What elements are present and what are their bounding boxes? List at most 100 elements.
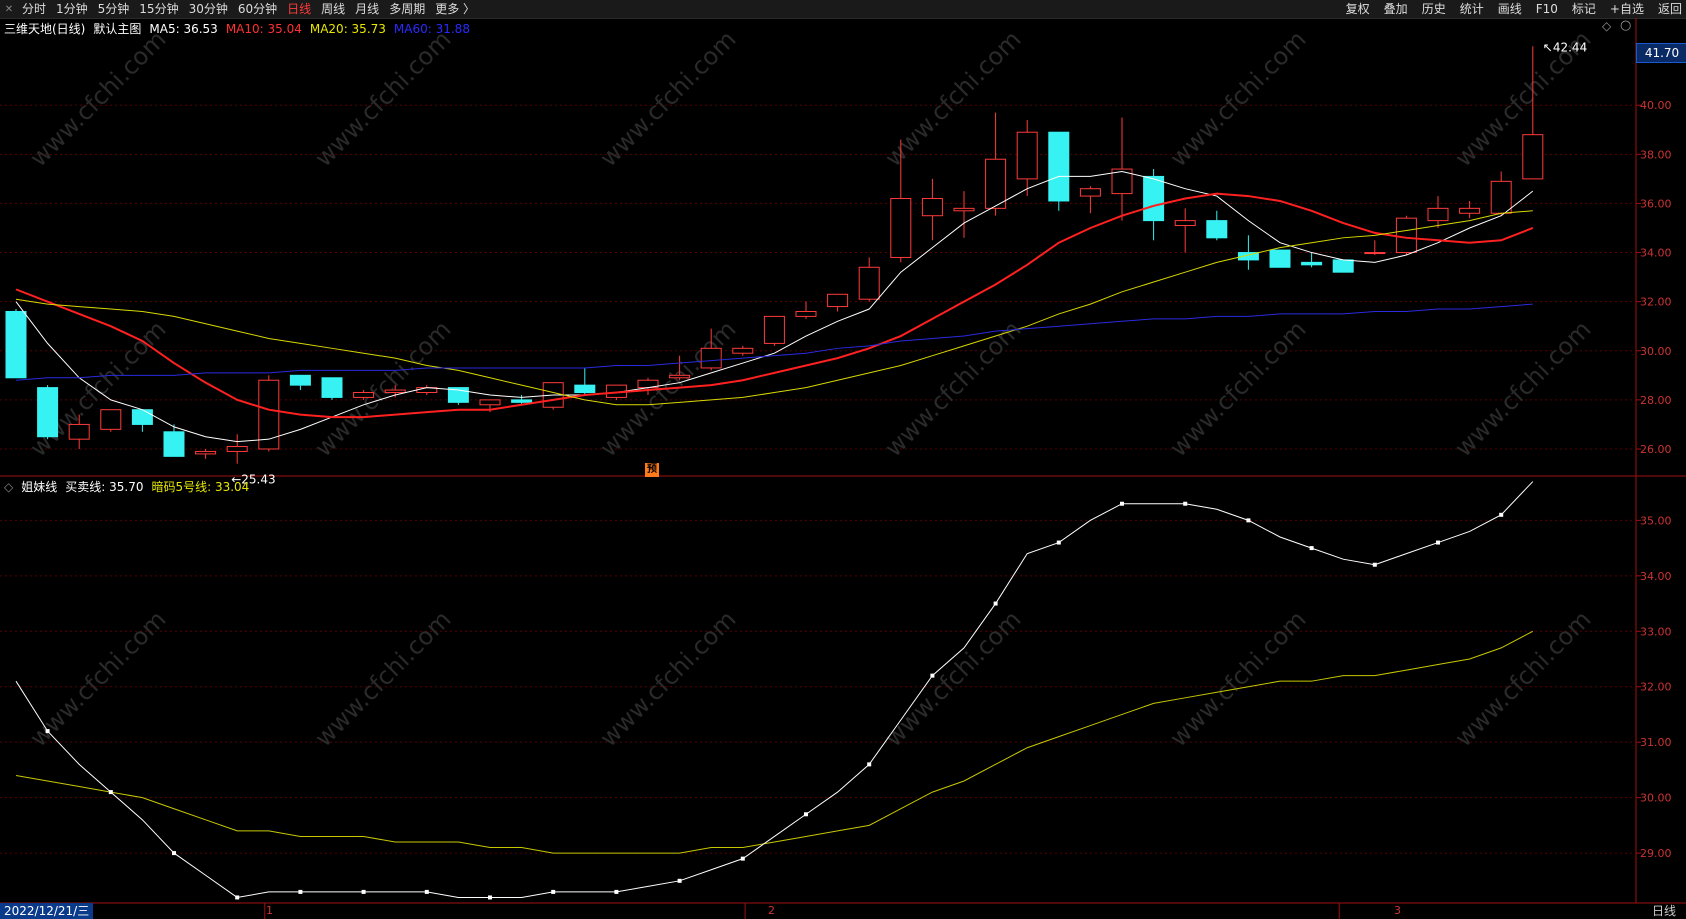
tool-button-2[interactable]: 历史 <box>1418 0 1450 18</box>
candle-body <box>1364 252 1386 255</box>
period-tab-9[interactable]: 多周期 <box>385 0 429 18</box>
candle-body <box>700 347 722 369</box>
watermark-text: www.cfchi.com <box>594 605 741 752</box>
tool-button-7[interactable]: +自选 <box>1606 0 1648 18</box>
watermark-text: www.cfchi.com <box>309 25 456 172</box>
menu-icon[interactable]: ✕ <box>0 0 18 18</box>
tool-button-3[interactable]: 统计 <box>1456 0 1488 18</box>
period-tab-3[interactable]: 15分钟 <box>135 0 182 18</box>
candle-body <box>1174 220 1196 227</box>
date-cursor-label: 2022/12/21/三 <box>0 903 94 919</box>
period-tab-10[interactable]: 更多 〉 <box>431 0 479 18</box>
stock-name[interactable]: 三维天地(日线) <box>4 20 85 37</box>
ma-line-ma10 <box>15 192 1534 419</box>
line-maimai-marker <box>1499 512 1504 517</box>
line-maimai-marker <box>614 889 619 894</box>
line-maimai-marker <box>1056 540 1061 545</box>
main-y-tick-label: 32.00 <box>1640 296 1672 309</box>
ma-line-ma20 <box>15 210 1533 406</box>
watermark-text: www.cfchi.com <box>1164 25 1311 172</box>
line-maimai-marker <box>108 790 113 795</box>
period-tab-2[interactable]: 5分钟 <box>94 0 134 18</box>
tool-button-6[interactable]: 标记 <box>1568 0 1600 18</box>
sub-y-tick-label: 34.00 <box>1640 570 1672 583</box>
tool-buttons: 复权 叠加 历史 统计 画线 F10 标记 +自选 返回 <box>1336 0 1686 18</box>
candle-body <box>1048 131 1070 202</box>
sub-y-tick-label: 30.00 <box>1640 792 1672 805</box>
period-tab-4[interactable]: 30分钟 <box>185 0 232 18</box>
line-maimai-marker <box>1436 540 1440 545</box>
current-price-flag: 41.70 <box>1636 43 1686 63</box>
candle-body <box>37 387 59 438</box>
candle-body <box>574 384 596 394</box>
candle-body <box>1206 220 1228 239</box>
line-maimai-marker <box>298 889 303 894</box>
line1-value: 买卖线: 35.70 <box>65 480 144 494</box>
ma20-value: MA20: 35.73 <box>309 21 386 36</box>
line-maimai-marker <box>1309 546 1314 551</box>
period-tab-5[interactable]: 60分钟 <box>234 0 281 18</box>
line-maimai <box>15 481 1534 898</box>
watermark-text: www.cfchi.com <box>594 25 741 172</box>
sub-y-tick-label: 32.00 <box>1640 681 1672 694</box>
sub-y-tick-label: 35.00 <box>1640 514 1672 527</box>
tool-button-1[interactable]: 叠加 <box>1380 0 1412 18</box>
watermark-text: www.cfchi.com <box>1164 605 1311 752</box>
candle-body <box>226 446 248 452</box>
line-maimai-marker <box>424 889 429 894</box>
main-y-tick-label: 38.00 <box>1640 148 1672 161</box>
period-tab-1[interactable]: 1分钟 <box>52 0 92 18</box>
circle-icon[interactable]: ○ <box>1620 19 1632 32</box>
template-name[interactable]: 默认主图 <box>93 20 141 37</box>
period-tab-0[interactable]: 分时 <box>18 0 50 18</box>
watermark-text: www.cfchi.com <box>1164 315 1311 462</box>
tool-button-5[interactable]: F10 <box>1532 0 1562 18</box>
candle-body <box>131 409 153 425</box>
watermark-text: www.cfchi.com <box>879 25 1026 172</box>
sub-indicator-line: ◇ 姐妹线 买卖线: 35.70 暗码5号线: 33.04 <box>4 478 257 495</box>
candle-body <box>1490 180 1512 214</box>
x-tick-2: 2 <box>768 904 775 917</box>
candle-body <box>1332 259 1354 273</box>
sub-arrow-icon[interactable]: ◇ <box>4 480 13 494</box>
sub-y-tick-label: 29.00 <box>1640 847 1672 860</box>
main-y-tick-label: 34.00 <box>1640 247 1672 260</box>
candle-body <box>1143 175 1165 222</box>
line-maimai-marker <box>45 729 50 734</box>
kline-chart[interactable]: 26.00 28.00 30.00 32.00 34.00 36.00 38.00 40.00… <box>0 18 1686 919</box>
high-price-label: ↖42.44 <box>1543 40 1587 54</box>
line-maimai-marker <box>993 601 998 606</box>
period-tab-7[interactable]: 周线 <box>317 0 349 18</box>
diamond-icon[interactable]: ◇ <box>1602 20 1614 32</box>
line-maimai-marker <box>235 895 240 900</box>
tool-button-8[interactable]: 返回 <box>1654 0 1686 18</box>
line-maimai-marker <box>361 889 366 894</box>
period-label[interactable]: 日线 <box>1652 903 1676 919</box>
sub-indicator-name[interactable]: 姐妹线 <box>21 478 57 495</box>
candle-body <box>353 392 375 398</box>
main-y-tick-label: 26.00 <box>1640 443 1672 456</box>
candle-body <box>732 347 754 354</box>
period-tab-6[interactable]: 日线 <box>283 0 315 18</box>
line-maimai-marker <box>551 889 556 894</box>
watermark-text: www.cfchi.com <box>1449 315 1596 462</box>
candle-body <box>669 374 691 379</box>
tool-button-4[interactable]: 画线 <box>1494 0 1526 18</box>
candle-body <box>5 310 27 379</box>
line-maimai-marker <box>1372 562 1377 567</box>
tool-button-0[interactable]: 复权 <box>1342 0 1374 18</box>
period-tab-8[interactable]: 月线 <box>351 0 383 18</box>
line2-value: 暗码5号线: 33.04 <box>151 480 250 494</box>
forecast-badge[interactable]: 预 <box>645 463 659 477</box>
candle-body <box>479 399 501 406</box>
period-toolbar: ✕ 分时 1分钟 5分钟 15分钟 30分钟 60分钟 日线 周线 月线 多周期 更多 〉 复权 叠加… <box>0 0 1686 19</box>
candle-body <box>384 389 406 394</box>
candle-body <box>985 158 1007 209</box>
main-y-tick-label: 28.00 <box>1640 394 1672 407</box>
candle-body <box>163 431 185 457</box>
candle-body <box>1301 261 1323 266</box>
candle-body <box>795 310 817 317</box>
main-y-tick-label: 30.00 <box>1640 345 1672 358</box>
candle-body <box>321 377 343 398</box>
candle-body <box>827 293 849 308</box>
